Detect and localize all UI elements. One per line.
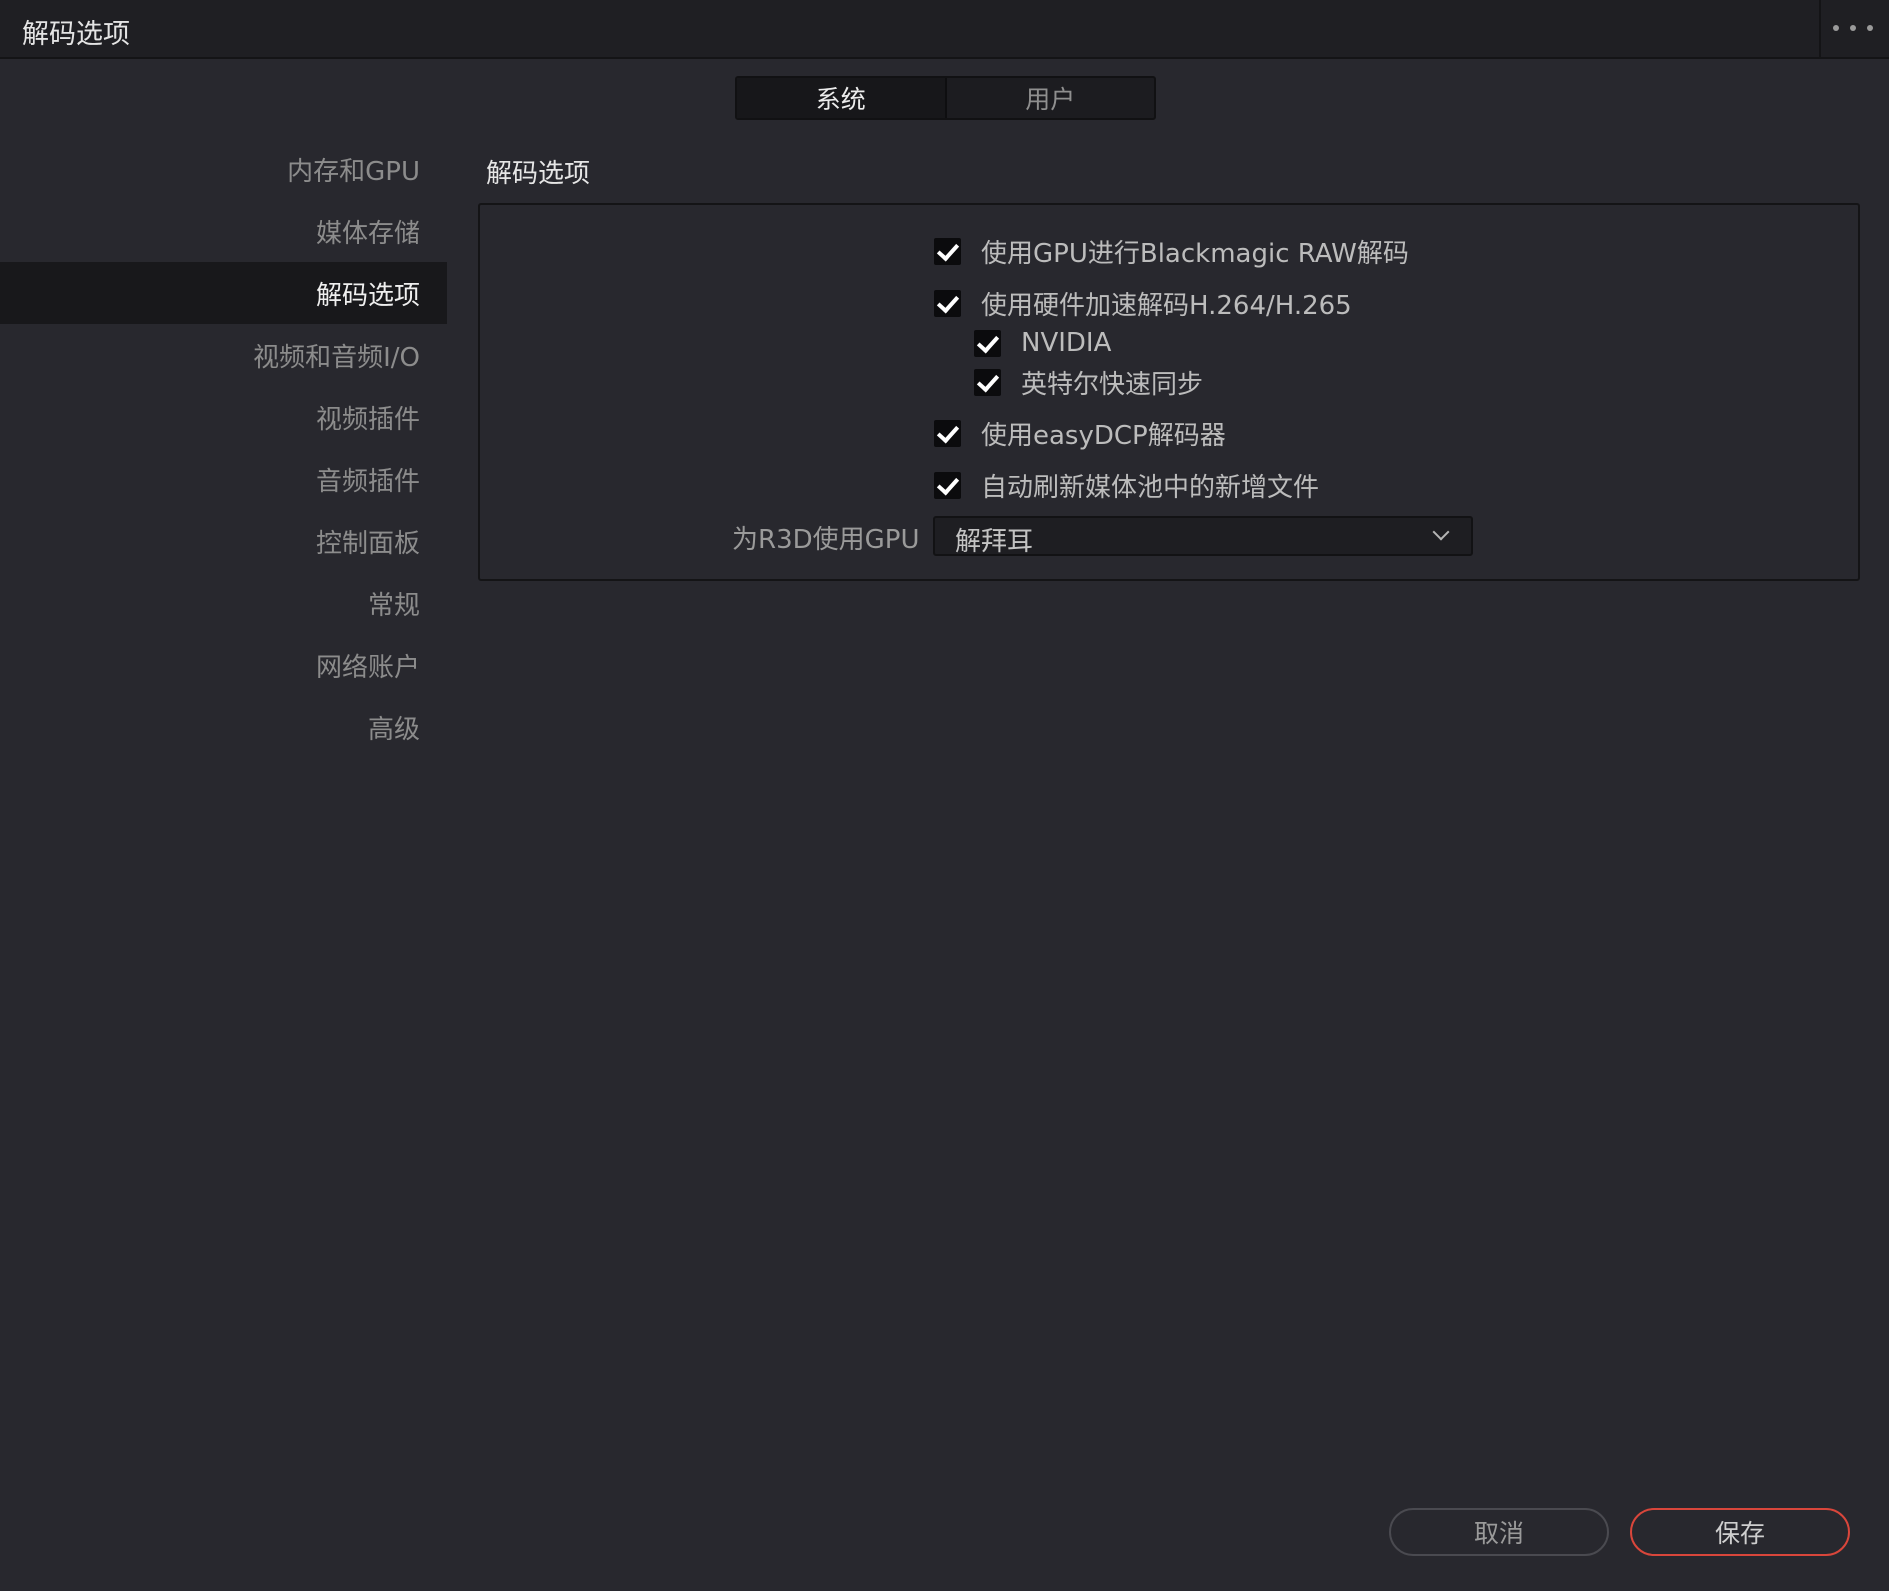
sidebar-item-advanced[interactable]: 高级 bbox=[0, 696, 447, 758]
save-button[interactable]: 保存 bbox=[1630, 1508, 1850, 1556]
sidebar-item-general[interactable]: 常规 bbox=[0, 572, 447, 634]
sidebar-item-control-panels[interactable]: 控制面板 bbox=[0, 510, 447, 572]
option-label: 英特尔快速同步 bbox=[1021, 370, 1204, 400]
cancel-button[interactable]: 取消 bbox=[1389, 1508, 1609, 1556]
option-hw-decode[interactable]: 使用硬件加速解码H.264/H.265 bbox=[934, 285, 1352, 322]
window-title: 解码选项 bbox=[22, 19, 130, 50]
checkbox-intel-quicksync[interactable] bbox=[974, 369, 1001, 396]
more-options-icon[interactable] bbox=[1833, 18, 1873, 38]
option-easydcp[interactable]: 使用easyDCP解码器 bbox=[934, 415, 1226, 452]
option-nvidia[interactable]: NVIDIA bbox=[974, 328, 1111, 358]
option-label: 自动刷新媒体池中的新增文件 bbox=[981, 473, 1320, 503]
checkbox-hw-decode[interactable] bbox=[934, 290, 961, 317]
r3d-gpu-label: 为R3D使用GPU bbox=[732, 525, 920, 555]
tab-user[interactable]: 用户 bbox=[947, 78, 1155, 118]
option-label: 使用硬件加速解码H.264/H.265 bbox=[981, 291, 1352, 321]
option-intel-quicksync[interactable]: 英特尔快速同步 bbox=[974, 364, 1203, 401]
scope-tabs: 系统 用户 bbox=[735, 76, 1156, 120]
sidebar-item-decode-options[interactable]: 解码选项 bbox=[0, 262, 447, 324]
sidebar-item-video-plugins[interactable]: 视频插件 bbox=[0, 386, 447, 448]
title-bar: 解码选项 bbox=[0, 0, 1889, 59]
sidebar: 内存和GPU 媒体存储 解码选项 视频和音频I/O 视频插件 音频插件 控制面板… bbox=[0, 138, 447, 758]
checkbox-easydcp[interactable] bbox=[934, 420, 961, 447]
section-title: 解码选项 bbox=[486, 159, 591, 189]
option-auto-refresh[interactable]: 自动刷新媒体池中的新增文件 bbox=[934, 467, 1319, 504]
dot-2 bbox=[1850, 25, 1856, 31]
checkbox-nvidia[interactable] bbox=[974, 329, 1001, 357]
r3d-gpu-value: 解拜耳 bbox=[955, 527, 1034, 557]
sidebar-item-audio-plugins[interactable]: 音频插件 bbox=[0, 448, 447, 510]
title-bar-divider bbox=[1819, 0, 1821, 57]
checkbox-braw-gpu[interactable] bbox=[934, 238, 961, 265]
sidebar-item-memory-gpu[interactable]: 内存和GPU bbox=[0, 138, 447, 200]
option-braw-gpu[interactable]: 使用GPU进行Blackmagic RAW解码 bbox=[934, 233, 1409, 270]
option-label: 使用GPU进行Blackmagic RAW解码 bbox=[981, 239, 1409, 269]
dot-1 bbox=[1833, 25, 1839, 31]
checkbox-auto-refresh[interactable] bbox=[934, 472, 961, 499]
preferences-window: 解码选项 系统 用户 内存和GPU 媒体存储 解码选项 视频和音频I/O 视频插… bbox=[0, 0, 1889, 1591]
option-label: NVIDIA bbox=[1021, 328, 1112, 358]
chevron-down-icon bbox=[1432, 523, 1450, 541]
sidebar-item-media-storage[interactable]: 媒体存储 bbox=[0, 200, 447, 262]
sidebar-item-internet-accounts[interactable]: 网络账户 bbox=[0, 634, 447, 696]
option-label: 使用easyDCP解码器 bbox=[981, 421, 1226, 451]
sidebar-item-video-audio-io[interactable]: 视频和音频I/O bbox=[0, 324, 447, 386]
tab-system[interactable]: 系统 bbox=[737, 78, 947, 118]
r3d-gpu-select[interactable]: 解拜耳 bbox=[933, 516, 1473, 557]
dot-3 bbox=[1867, 25, 1873, 31]
